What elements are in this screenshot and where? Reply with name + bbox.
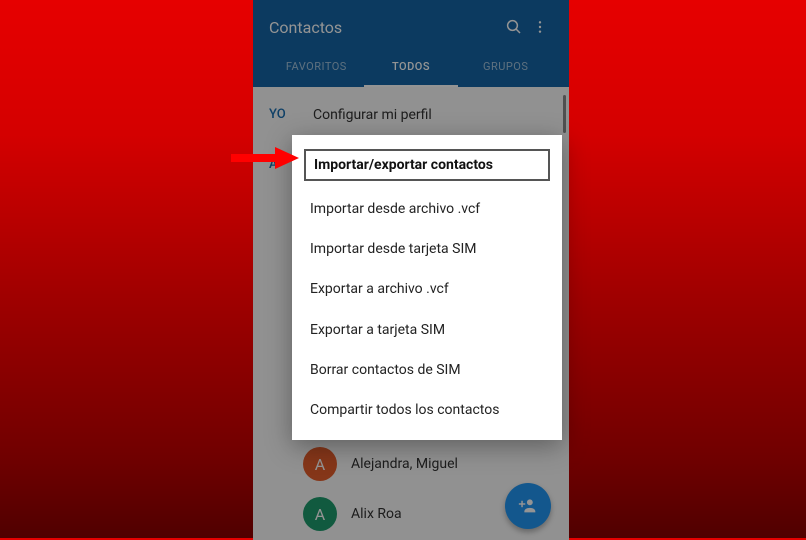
search-icon[interactable] xyxy=(501,18,527,36)
section-label-a: A xyxy=(269,157,278,172)
configure-profile[interactable]: Configurar mi perfil xyxy=(313,107,432,123)
list-item[interactable]: A Alix Roa xyxy=(303,497,402,531)
list-item[interactable]: A Alejandra, Miguel xyxy=(303,447,458,481)
menu-title: Importar/exportar contactos xyxy=(304,149,550,181)
tab-all[interactable]: TODOS xyxy=(364,50,459,87)
menu-item-share-all[interactable]: Compartir todos los contactos xyxy=(292,390,562,430)
more-icon[interactable] xyxy=(527,19,553,35)
avatar: A xyxy=(303,447,337,481)
scrollbar[interactable] xyxy=(563,95,566,133)
section-label-yo: YO xyxy=(269,107,286,122)
tab-favorites[interactable]: FAVORITOS xyxy=(269,50,364,87)
menu-item-delete-sim[interactable]: Borrar contactos de SIM xyxy=(292,350,562,390)
avatar: A xyxy=(303,497,337,531)
app-title: Contactos xyxy=(269,18,501,37)
menu-item-export-vcf[interactable]: Exportar a archivo .vcf xyxy=(292,269,562,309)
add-contact-icon xyxy=(517,495,539,517)
contact-name: Alejandra, Miguel xyxy=(351,456,458,472)
import-export-menu: Importar/exportar contactos Importar des… xyxy=(292,135,562,440)
tab-groups[interactable]: GRUPOS xyxy=(458,50,553,87)
menu-item-export-sim[interactable]: Exportar a tarjeta SIM xyxy=(292,310,562,350)
app-bar: Contactos FAVORITOS TODOS GRUPOS xyxy=(253,0,569,87)
contact-name: Alix Roa xyxy=(351,506,402,522)
menu-item-import-sim[interactable]: Importar desde tarjeta SIM xyxy=(292,229,562,269)
menu-item-import-vcf[interactable]: Importar desde archivo .vcf xyxy=(292,189,562,229)
add-contact-fab[interactable] xyxy=(505,483,551,529)
